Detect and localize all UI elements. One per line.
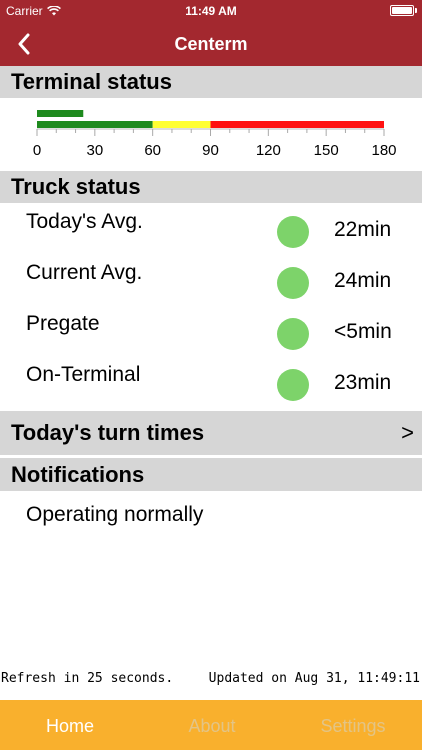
notifications-header: Notifications <box>0 458 422 491</box>
refresh-countdown: Refresh in 25 seconds. <box>1 671 174 686</box>
terminal-status-header: Terminal status <box>0 66 422 98</box>
tab-about[interactable]: About <box>188 716 235 737</box>
gauge-band-1 <box>152 121 211 128</box>
chevron-right-icon: > <box>401 420 414 445</box>
navigation-bar: Centerm <box>0 22 422 66</box>
truck-status-header: Truck status <box>0 171 422 203</box>
status-bar: Carrier 11:49 AM <box>0 0 422 22</box>
status-indicator-dot <box>277 267 309 299</box>
last-updated-timestamp: Updated on Aug 31, 11:49:11 <box>208 671 420 686</box>
status-indicator-dot <box>277 216 309 248</box>
gauge-tick-label: 120 <box>255 142 281 159</box>
truck-row-label: Pregate <box>26 312 100 335</box>
truck-row-value: 22min <box>334 218 392 241</box>
todays-turn-times-label: Today's turn times <box>11 420 205 445</box>
truck-row-value: 24min <box>334 269 392 292</box>
truck-row-on-terminal: On-Terminal 23min <box>0 363 422 413</box>
tab-settings[interactable]: Settings <box>320 716 385 737</box>
truck-row-label: Current Avg. <box>26 261 143 284</box>
todays-turn-times-row[interactable]: Today's turn times > <box>0 411 422 456</box>
tab-bar: Home About Settings <box>0 700 422 750</box>
gauge-tick-label: 60 <box>144 142 161 159</box>
gauge-tick-label: 30 <box>86 142 104 159</box>
truck-row-pregate: Pregate <5min <box>0 312 422 362</box>
truck-row-label: Today's Avg. <box>26 210 143 233</box>
gauge-band-0 <box>37 121 153 128</box>
page-title: Centerm <box>174 34 248 54</box>
truck-row-current-avg: Current Avg. 24min <box>0 261 422 311</box>
gauge-value-bar <box>37 110 84 117</box>
truck-row-value: <5min <box>334 320 392 343</box>
gauge-tick-label: 150 <box>313 142 339 159</box>
status-indicator-dot <box>277 369 309 401</box>
gauge-band-2 <box>210 121 384 128</box>
notifications-title: Notifications <box>11 461 145 487</box>
truck-row-label: On-Terminal <box>26 363 141 386</box>
gauge-tick-label: 180 <box>371 142 397 159</box>
gauge-chart <box>36 110 385 136</box>
gauge-tick-label: 0 <box>32 142 42 159</box>
terminal-status-title: Terminal status <box>11 69 172 94</box>
battery-icon <box>390 5 417 16</box>
truck-row-value: 23min <box>334 371 392 394</box>
truck-status-title: Truck status <box>11 174 141 199</box>
tab-home[interactable]: Home <box>46 716 94 737</box>
notification-message: Operating normally <box>26 503 204 526</box>
terminal-status-gauge: 0 30 60 90 120 150 180 <box>0 98 422 170</box>
truck-row-todays-avg: Today's Avg. 22min <box>0 210 422 260</box>
status-indicator-dot <box>277 318 309 350</box>
status-time: 11:49 AM <box>185 4 237 18</box>
gauge-tick-label: 90 <box>202 142 219 159</box>
